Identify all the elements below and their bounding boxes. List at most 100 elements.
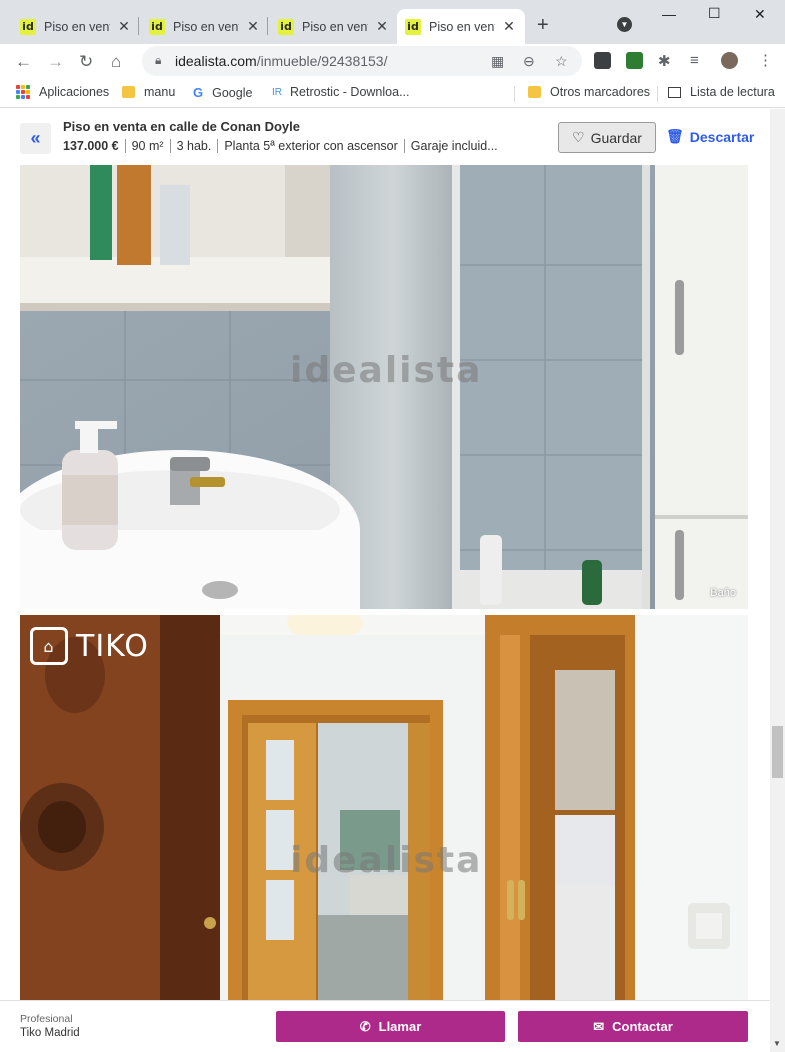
extension-icon[interactable]	[626, 52, 643, 69]
minimize-icon[interactable]: —	[662, 6, 676, 22]
bookmarks-bar: Aplicaciones manu G Google IR Retrostic …	[0, 80, 785, 108]
heart-icon: ♡	[572, 129, 585, 145]
window-close-icon[interactable]: ✕	[754, 6, 766, 23]
call-label: Llamar	[378, 1019, 422, 1034]
tab-label: Piso en venta en calle de Conan Doyle	[44, 19, 110, 34]
gallery-photo[interactable]: idealista Baño	[20, 165, 748, 609]
listing-price: 137.000 €	[63, 139, 119, 153]
double-chevron-left-icon[interactable]: «	[20, 123, 51, 154]
tab-label: Piso en venta en calle de Conan Doyle	[302, 19, 368, 34]
browser-tab-active[interactable]: id Piso en venta en calle de Conan Doyle…	[397, 9, 525, 44]
new-tab-icon[interactable]: +	[537, 14, 549, 37]
close-icon[interactable]: ✕	[501, 18, 517, 35]
feature-rooms: 3 hab.	[169, 139, 218, 153]
browser-tab[interactable]: id Piso en venta en calle de Conan Doyle…	[270, 9, 398, 44]
bookmark-label: manu	[144, 85, 176, 99]
folder-icon	[528, 86, 541, 98]
bookmark-star-icon[interactable]: ☆	[555, 53, 568, 70]
folder-icon	[122, 86, 135, 98]
save-label: Guardar	[590, 129, 642, 146]
bookmark-apps[interactable]: Aplicaciones	[16, 85, 109, 99]
address-bar[interactable]: 🔒︎ idealista.com/inmueble/92438153/ ▦ ⊖ …	[142, 46, 582, 76]
bookmark-label: Aplicaciones	[39, 85, 110, 99]
close-icon[interactable]: ✕	[374, 18, 390, 35]
trash-icon: 🗑︎	[666, 128, 684, 144]
idealista-favicon-icon: id	[405, 18, 421, 35]
bookmark-google[interactable]: G Google	[193, 85, 252, 100]
watermark-logo: idealista	[290, 840, 483, 881]
browser-tab[interactable]: id Piso en venta en calle de Conan Doyle…	[12, 9, 140, 44]
reading-list[interactable]: Lista de lectura	[668, 85, 775, 99]
url-path: /inmueble/92438153/	[256, 53, 388, 69]
house-logo-icon: ⌂	[30, 627, 68, 665]
bookmark-label: Lista de lectura	[690, 85, 775, 99]
browser-tab-strip: id Piso en venta en calle de Conan Doyle…	[0, 0, 785, 44]
listing-features: 137.000 € 90 m² 3 hab. Planta 5ª exterio…	[63, 139, 504, 153]
tab-label: Piso en venta en calle de Conan Doyle	[429, 19, 495, 34]
brand-name: TIKO	[76, 628, 149, 664]
photo-gallery[interactable]: idealista Baño ⌂ TIKO idealista	[0, 165, 770, 1000]
back-arrow-icon[interactable]: ←	[15, 52, 32, 72]
idealista-favicon-icon: id	[278, 18, 294, 35]
tab-divider	[267, 17, 268, 35]
bookmark-label: Google	[212, 85, 253, 100]
bookmark-label: Otros marcadores	[550, 85, 651, 99]
google-icon: G	[193, 85, 204, 100]
qr-code-icon[interactable]: ▦	[491, 53, 504, 70]
bookmark-divider	[657, 86, 658, 102]
chat-icon: ✉	[593, 1018, 605, 1034]
puzzle-extensions-icon[interactable]: ✱	[658, 52, 671, 70]
photo-caption: Baño	[710, 587, 736, 599]
kebab-menu-icon[interactable]: ⋮	[758, 51, 773, 69]
retrostic-icon: IR	[272, 86, 282, 98]
feature-floor: Planta 5ª exterior con ascensor	[217, 139, 403, 153]
save-button[interactable]: ♡ Guardar	[558, 122, 656, 153]
page-scrollbar[interactable]: ▼	[770, 109, 785, 1052]
reload-icon[interactable]: ↻	[79, 52, 93, 72]
home-icon[interactable]: ⌂	[111, 52, 121, 72]
scroll-down-arrow-icon[interactable]: ▼	[773, 1039, 781, 1048]
tiko-brand-logo: ⌂ TIKO	[30, 627, 149, 665]
bookmark-manu[interactable]: manu	[122, 85, 175, 99]
phone-icon: ✆	[359, 1018, 371, 1034]
tab-label: Piso en venta en calle de Conan Doyle	[173, 19, 239, 34]
listing-sticky-header: « Piso en venta en calle de Conan Doyle …	[0, 109, 785, 165]
apps-grid-icon	[16, 85, 30, 99]
feature-garage: Garaje incluid...	[403, 139, 504, 153]
contact-button[interactable]: ✉ Contactar	[518, 1011, 748, 1042]
tab-divider	[138, 17, 139, 35]
idealista-favicon-icon: id	[20, 18, 36, 35]
zoom-icon[interactable]: ⊖	[523, 53, 535, 70]
listing-title: Piso en venta en calle de Conan Doyle	[63, 119, 300, 134]
browser-tab[interactable]: id Piso en venta en calle de Conan Doyle…	[141, 9, 269, 44]
bookmark-retrostic[interactable]: IR Retrostic - Downloa...	[272, 85, 409, 99]
lock-icon: 🔒︎	[155, 53, 162, 67]
scrollbar-thumb[interactable]	[772, 726, 783, 778]
profile-avatar-icon[interactable]	[721, 52, 738, 69]
hallway-photo	[20, 615, 748, 1000]
reading-list-icon	[668, 86, 681, 98]
contact-label: Contactar	[612, 1019, 673, 1034]
url-text: idealista.com/inmueble/92438153/	[175, 53, 387, 69]
agent-type: Profesional	[20, 1013, 73, 1025]
feature-area: 90 m²	[124, 139, 170, 153]
close-icon[interactable]: ✕	[116, 18, 132, 35]
forward-arrow-icon[interactable]: →	[47, 52, 64, 72]
tab-search-icon[interactable]: ▼	[617, 17, 632, 32]
call-button[interactable]: ✆ Llamar	[276, 1011, 505, 1042]
discard-label: Descartar	[689, 128, 755, 145]
gallery-photo[interactable]: ⌂ TIKO idealista	[20, 615, 748, 1000]
bookmark-divider	[514, 86, 515, 102]
discard-button[interactable]: 🗑︎ Descartar	[666, 128, 754, 145]
url-domain: idealista.com	[175, 53, 257, 69]
maximize-icon[interactable]: ☐	[708, 5, 721, 22]
contact-bar: Profesional Tiko Madrid ✆ Llamar ✉ Conta…	[0, 1000, 770, 1052]
extension-icon[interactable]	[594, 52, 611, 69]
bookmark-label: Retrostic - Downloa...	[290, 85, 410, 99]
media-playlist-icon[interactable]: ≡	[690, 52, 699, 69]
agent-name: Tiko Madrid	[20, 1027, 80, 1039]
idealista-favicon-icon: id	[149, 18, 165, 35]
bookmark-other[interactable]: Otros marcadores	[528, 85, 650, 99]
close-icon[interactable]: ✕	[245, 18, 261, 35]
watermark-logo: idealista	[290, 350, 483, 391]
